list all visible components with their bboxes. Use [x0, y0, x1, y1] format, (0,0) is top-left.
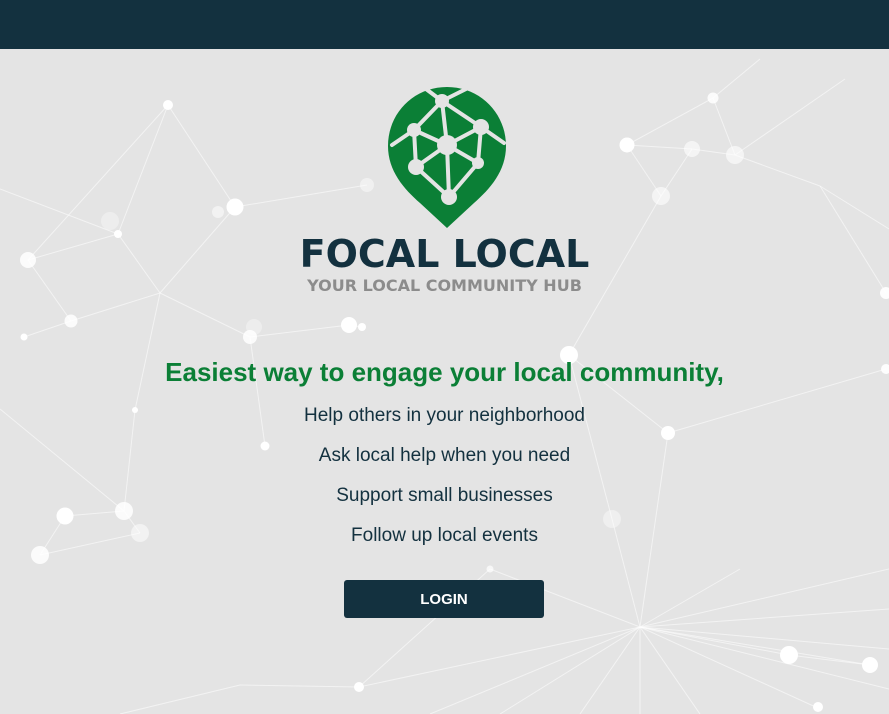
- top-navigation-bar: [0, 0, 889, 49]
- feature-list: Help others in your neighborhood Ask loc…: [0, 402, 889, 562]
- login-button[interactable]: LOGIN: [344, 580, 544, 618]
- map-pin-network-icon: [388, 87, 506, 228]
- feature-item-support-businesses: Support small businesses: [336, 485, 553, 506]
- hero-headline: Easiest way to engage your local communi…: [165, 357, 724, 387]
- feature-item-ask-help: Ask local help when you need: [318, 445, 571, 466]
- brand-title: FOCAL LOCAL: [299, 232, 590, 276]
- brand-tagline: YOUR LOCAL COMMUNITY HUB: [307, 276, 582, 295]
- feature-item-local-events: Follow up local events: [351, 525, 538, 546]
- feature-item-help-others: Help others in your neighborhood: [304, 405, 585, 426]
